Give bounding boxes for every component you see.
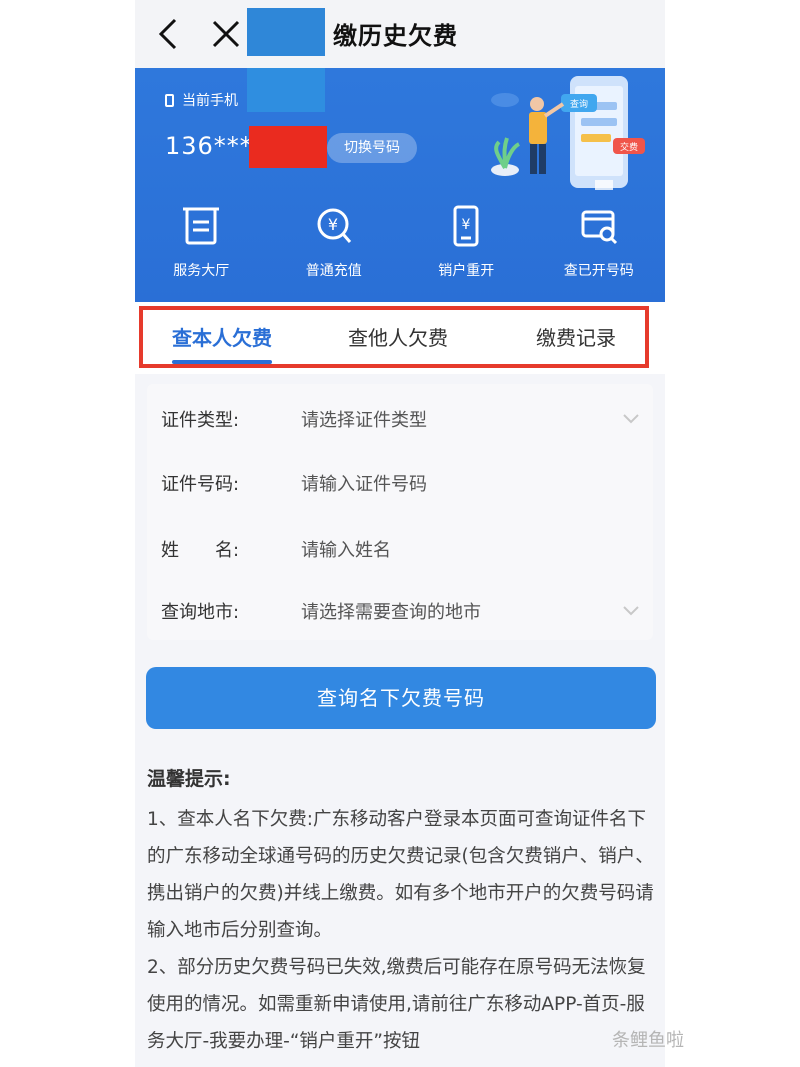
tips-title: 温馨提示: (147, 768, 231, 790)
redaction-mask (247, 8, 325, 56)
form-row-id-number[interactable]: 证件号码: 请输入证件号码 (161, 462, 641, 502)
tips-section: 温馨提示: 1、查本人名下欠费:广东移动客户登录本页面可查询证件名下的广东移动全… (147, 764, 657, 1060)
current-phone-label: 当前手机 (165, 90, 238, 110)
city-label: 查询地市: (161, 602, 240, 623)
query-arrears-button[interactable]: 查询名下欠费号码 (146, 667, 656, 729)
tab-bar: 查本人欠费 查他人欠费 缴费记录 (135, 302, 665, 374)
quick-item-reopen[interactable]: ¥ 销户重开 (400, 200, 533, 296)
phone-yuan-icon: ¥ (453, 205, 479, 247)
switch-number-button[interactable]: 切换号码 (327, 133, 417, 163)
form-row-name[interactable]: 姓 名: 请输入姓名 (161, 528, 641, 568)
phone-number: 136*** (165, 132, 253, 160)
close-icon[interactable] (209, 16, 243, 52)
svg-text:¥: ¥ (462, 217, 471, 233)
quick-item-service-hall[interactable]: 服务大厅 (135, 200, 268, 296)
phone-icon (165, 93, 174, 107)
quick-item-label: 普通充值 (305, 263, 362, 279)
nav-bar: 缴历史欠费 (135, 0, 665, 68)
redaction-mask (249, 126, 327, 168)
bubble-query: 查询 (570, 98, 588, 110)
quick-item-label: 服务大厅 (173, 263, 230, 279)
form-row-city[interactable]: 查询地市: 请选择需要查询的地市 (161, 590, 641, 630)
id-type-select[interactable]: 请选择证件类型 (301, 406, 601, 432)
quick-item-label: 查已开号码 (563, 263, 634, 279)
card-search-icon (581, 210, 617, 245)
query-form: 证件类型: 请选择证件类型 证件号码: 请输入证件号码 姓 名: 请输入姓名 查… (147, 384, 653, 640)
quick-item-label: 销户重开 (438, 263, 495, 279)
quick-menu: 服务大厅 ¥ 普通充值 ¥ 销户重开 查已开号码 (135, 200, 665, 296)
id-number-input[interactable]: 请输入证件号码 (301, 470, 601, 496)
id-type-label: 证件类型: (161, 410, 240, 431)
back-icon[interactable] (151, 16, 185, 52)
name-input[interactable]: 请输入姓名 (301, 536, 601, 562)
svg-text:¥: ¥ (328, 215, 338, 234)
tip-line-1: 1、查本人名下欠费:广东移动客户登录本页面可查询证件名下的广东移动全球通号码的历… (147, 809, 654, 941)
city-select[interactable]: 请选择需要查询的地市 (301, 598, 601, 624)
name-label: 姓 名: (161, 540, 240, 561)
highlight-box (139, 306, 649, 368)
chevron-down-icon[interactable] (621, 600, 641, 620)
id-number-label: 证件号码: (161, 474, 240, 495)
receipt-icon (183, 207, 220, 245)
chevron-down-icon[interactable] (621, 408, 641, 428)
quick-item-recharge[interactable]: ¥ 普通充值 (268, 200, 401, 296)
form-row-id-type[interactable]: 证件类型: 请选择证件类型 (161, 398, 641, 438)
redaction-mask (247, 68, 325, 112)
current-phone-text: 当前手机 (182, 93, 238, 109)
watermark: 条鲤鱼啦 (612, 1030, 684, 1051)
tip-line-2: 2、部分历史欠费号码已失效,缴费后可能存在原号码无法恢复使用的情况。如需重新申请… (147, 957, 646, 1052)
quick-item-opened-numbers[interactable]: 查已开号码 (533, 200, 666, 296)
phone-screen: 缴历史欠费 当前手机 136*** 切换号码 查询 交费 服务大厅 ¥ 普通充值… (135, 0, 665, 1067)
bubble-pay: 交费 (620, 141, 638, 153)
yuan-search-icon: ¥ (317, 208, 351, 243)
page-title: 缴历史欠费 (333, 22, 458, 50)
header-illustration: 查询 交费 (491, 76, 645, 190)
